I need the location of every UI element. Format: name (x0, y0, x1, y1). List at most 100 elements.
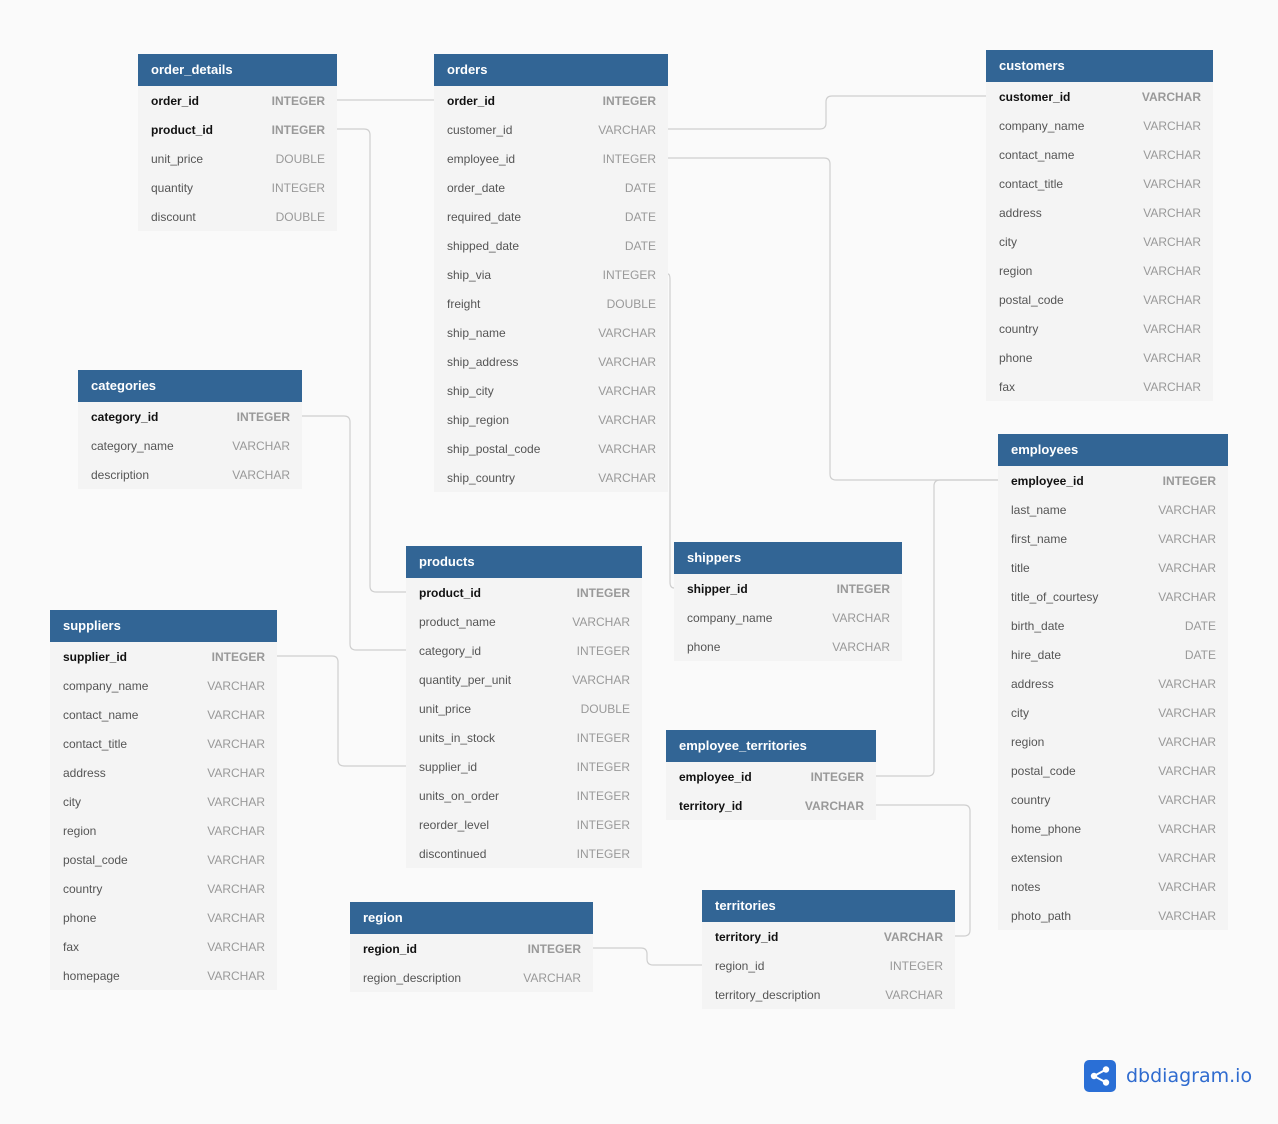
field-row[interactable]: ship_address VARCHAR (434, 347, 668, 376)
field-row[interactable]: postal_code VARCHAR (50, 845, 277, 874)
field-row[interactable]: product_name VARCHAR (406, 607, 642, 636)
field-row[interactable]: product_id INTEGER (138, 115, 337, 144)
field-row[interactable]: contact_name VARCHAR (50, 700, 277, 729)
field-row[interactable]: ship_via INTEGER (434, 260, 668, 289)
table-order-details[interactable]: order_details order_id INTEGER product_i… (138, 54, 337, 231)
field-row[interactable]: order_id INTEGER (434, 86, 668, 115)
table-header[interactable]: region (350, 902, 593, 934)
field-row[interactable]: category_name VARCHAR (78, 431, 302, 460)
field-row[interactable]: region VARCHAR (998, 727, 1228, 756)
field-row[interactable]: unit_price DOUBLE (138, 144, 337, 173)
table-employee-territories[interactable]: employee_territories employee_id INTEGER… (666, 730, 876, 820)
table-header[interactable]: order_details (138, 54, 337, 86)
field-row[interactable]: ship_postal_code VARCHAR (434, 434, 668, 463)
table-header[interactable]: suppliers (50, 610, 277, 642)
field-row[interactable]: discount DOUBLE (138, 202, 337, 231)
field-row[interactable]: region_id INTEGER (350, 934, 593, 963)
table-shippers[interactable]: shippers shipper_id INTEGER company_name… (674, 542, 902, 661)
field-row[interactable]: employee_id INTEGER (998, 466, 1228, 495)
field-row[interactable]: address VARCHAR (998, 669, 1228, 698)
field-row[interactable]: territory_id VARCHAR (666, 791, 876, 820)
field-row[interactable]: freight DOUBLE (434, 289, 668, 318)
field-row[interactable]: phone VARCHAR (986, 343, 1213, 372)
table-customers[interactable]: customers customer_id VARCHAR company_na… (986, 50, 1213, 401)
field-row[interactable]: order_id INTEGER (138, 86, 337, 115)
field-row[interactable]: phone VARCHAR (50, 903, 277, 932)
field-row[interactable]: territory_id VARCHAR (702, 922, 955, 951)
field-row[interactable]: company_name VARCHAR (986, 111, 1213, 140)
field-row[interactable]: category_id INTEGER (78, 402, 302, 431)
field-row[interactable]: shipped_date DATE (434, 231, 668, 260)
field-row[interactable]: country VARCHAR (986, 314, 1213, 343)
field-row[interactable]: supplier_id INTEGER (50, 642, 277, 671)
table-header[interactable]: employee_territories (666, 730, 876, 762)
field-row[interactable]: region VARCHAR (986, 256, 1213, 285)
brand-logo[interactable]: dbdiagram.io (1084, 1060, 1252, 1092)
field-row[interactable]: supplier_id INTEGER (406, 752, 642, 781)
table-header[interactable]: products (406, 546, 642, 578)
table-categories[interactable]: categories category_id INTEGER category_… (78, 370, 302, 489)
field-row[interactable]: city VARCHAR (50, 787, 277, 816)
field-row[interactable]: hire_date DATE (998, 640, 1228, 669)
field-row[interactable]: company_name VARCHAR (674, 603, 902, 632)
field-row[interactable]: shipper_id INTEGER (674, 574, 902, 603)
field-row[interactable]: customer_id VARCHAR (986, 82, 1213, 111)
relationship-line[interactable] (277, 655, 406, 767)
field-row[interactable]: unit_price DOUBLE (406, 694, 642, 723)
field-row[interactable]: region_id INTEGER (702, 951, 955, 980)
field-row[interactable]: description VARCHAR (78, 460, 302, 489)
field-row[interactable]: postal_code VARCHAR (998, 756, 1228, 785)
table-header[interactable]: shippers (674, 542, 902, 574)
field-row[interactable]: customer_id VARCHAR (434, 115, 668, 144)
field-row[interactable]: country VARCHAR (998, 785, 1228, 814)
relationship-line[interactable] (667, 273, 675, 589)
field-row[interactable]: territory_description VARCHAR (702, 980, 955, 1009)
field-row[interactable]: product_id INTEGER (406, 578, 642, 607)
field-row[interactable]: region VARCHAR (50, 816, 277, 845)
field-row[interactable]: company_name VARCHAR (50, 671, 277, 700)
field-row[interactable]: notes VARCHAR (998, 872, 1228, 901)
field-row[interactable]: ship_region VARCHAR (434, 405, 668, 434)
field-row[interactable]: photo_path VARCHAR (998, 901, 1228, 930)
table-header[interactable]: categories (78, 370, 302, 402)
relationship-line[interactable] (302, 415, 406, 651)
field-row[interactable]: units_in_stock INTEGER (406, 723, 642, 752)
field-row[interactable]: country VARCHAR (50, 874, 277, 903)
field-row[interactable]: address VARCHAR (986, 198, 1213, 227)
table-territories[interactable]: territories territory_id VARCHAR region_… (702, 890, 955, 1009)
field-row[interactable]: contact_title VARCHAR (50, 729, 277, 758)
field-row[interactable]: ship_name VARCHAR (434, 318, 668, 347)
field-row[interactable]: address VARCHAR (50, 758, 277, 787)
field-row[interactable]: title VARCHAR (998, 553, 1228, 582)
field-row[interactable]: first_name VARCHAR (998, 524, 1228, 553)
relationship-line[interactable] (337, 128, 406, 593)
field-row[interactable]: category_id INTEGER (406, 636, 642, 665)
table-employees[interactable]: employees employee_id INTEGER last_name … (998, 434, 1228, 930)
field-row[interactable]: order_date DATE (434, 173, 668, 202)
field-row[interactable]: extension VARCHAR (998, 843, 1228, 872)
field-row[interactable]: ship_country VARCHAR (434, 463, 668, 492)
field-row[interactable]: last_name VARCHAR (998, 495, 1228, 524)
table-header[interactable]: orders (434, 54, 668, 86)
field-row[interactable]: fax VARCHAR (50, 932, 277, 961)
relationship-line[interactable] (593, 947, 702, 966)
table-header[interactable]: territories (702, 890, 955, 922)
table-orders[interactable]: orders order_id INTEGER customer_id VARC… (434, 54, 668, 492)
field-row[interactable]: employee_id INTEGER (434, 144, 668, 173)
field-row[interactable]: title_of_courtesy VARCHAR (998, 582, 1228, 611)
field-row[interactable]: ship_city VARCHAR (434, 376, 668, 405)
field-row[interactable]: fax VARCHAR (986, 372, 1213, 401)
table-suppliers[interactable]: suppliers supplier_id INTEGER company_na… (50, 610, 277, 990)
field-row[interactable]: contact_name VARCHAR (986, 140, 1213, 169)
relationship-line[interactable] (668, 95, 986, 130)
relationship-line[interactable] (668, 157, 998, 481)
field-row[interactable]: phone VARCHAR (674, 632, 902, 661)
table-region[interactable]: region region_id INTEGER region_descript… (350, 902, 593, 992)
field-row[interactable]: quantity_per_unit VARCHAR (406, 665, 642, 694)
field-row[interactable]: region_description VARCHAR (350, 963, 593, 992)
table-header[interactable]: customers (986, 50, 1213, 82)
field-row[interactable]: reorder_level INTEGER (406, 810, 642, 839)
field-row[interactable]: city VARCHAR (986, 227, 1213, 256)
field-row[interactable]: units_on_order INTEGER (406, 781, 642, 810)
table-products[interactable]: products product_id INTEGER product_name… (406, 546, 642, 868)
